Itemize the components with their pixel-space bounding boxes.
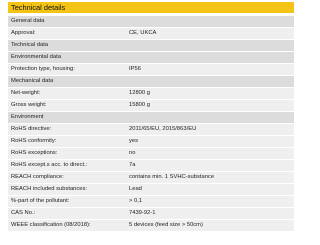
section-header-label: Mechanical data xyxy=(11,78,54,84)
section-header-label: Environmental data xyxy=(11,54,61,60)
row-value: 7a xyxy=(129,162,136,168)
table-row: Approval: CE, UKCA xyxy=(8,28,294,40)
row-label: RoHS conformity: xyxy=(11,138,57,144)
row-value: contains min. 1 SVHC-substance xyxy=(129,174,215,180)
table-row: RoHS except.s acc. to direct.: 7a xyxy=(8,160,294,172)
table-row: RoHS exceptions: no xyxy=(8,148,294,160)
section-header-label: Environment xyxy=(11,114,44,120)
table-row: REACH compliance: contains min. 1 SVHC-su… xyxy=(8,172,294,184)
table-row: CAS No.: 7439-92-1 xyxy=(8,208,294,220)
row-value: no xyxy=(129,150,136,156)
row-label: RoHS exceptions: xyxy=(11,150,58,156)
row-label: REACH compliance: xyxy=(11,174,64,180)
table-row: WEEE classification (08/2018): 5 devices … xyxy=(8,220,294,232)
technical-details-page: Technical details General data Approval: C… xyxy=(0,0,300,245)
section-header-label: Technical data xyxy=(11,42,49,48)
row-label: %-part of the pollutant: xyxy=(11,198,70,204)
table-row: RoHS directive: 2011/65/EU, 2015/863/EU xyxy=(8,124,294,136)
table-row: Protection type, housing: IP56 xyxy=(8,64,294,76)
row-label: Approval: xyxy=(11,30,36,36)
section-header-label: General data xyxy=(11,18,45,24)
table-row: RoHS conformity: yes xyxy=(8,136,294,148)
row-label: RoHS except.s acc. to direct.: xyxy=(11,162,88,168)
row-value: 12800 g xyxy=(129,90,150,96)
row-value: yes xyxy=(129,138,139,144)
row-value: > 0,1 xyxy=(129,198,143,204)
row-label: CAS No.: xyxy=(11,210,36,216)
table-row: Gross weight: 15800 g xyxy=(8,100,294,112)
row-label: Protection type, housing: xyxy=(11,66,75,72)
row-label: WEEE classification (08/2018): xyxy=(11,222,91,228)
row-value: Lead xyxy=(129,186,142,192)
table-row: REACH included substances: Lead xyxy=(8,184,294,196)
row-value: 5 devices (feed size > 50cm) xyxy=(129,222,203,228)
section-header-row: Environment xyxy=(8,112,294,124)
row-value: 7439-92-1 xyxy=(129,210,156,216)
details-table: General data Approval: CE, UKCA Technical d… xyxy=(8,16,294,232)
section-header-row: Technical data xyxy=(8,40,294,52)
row-label: RoHS directive: xyxy=(11,126,52,132)
section-header-row: Mechanical data xyxy=(8,76,294,88)
row-value: 15800 g xyxy=(129,102,150,108)
table-row: %-part of the pollutant: > 0,1 xyxy=(8,196,294,208)
section-header-row: Environmental data xyxy=(8,52,294,64)
row-label: Gross weight: xyxy=(11,102,47,108)
section-title: Technical details xyxy=(8,2,294,13)
row-label: REACH included substances: xyxy=(11,186,88,192)
row-value: IP56 xyxy=(129,66,141,72)
row-label: Net-weight: xyxy=(11,90,41,96)
table-row: Net-weight: 12800 g xyxy=(8,88,294,100)
row-value: 2011/65/EU, 2015/863/EU xyxy=(129,126,197,132)
row-value: CE, UKCA xyxy=(129,30,157,36)
section-header-row: General data xyxy=(8,16,294,28)
